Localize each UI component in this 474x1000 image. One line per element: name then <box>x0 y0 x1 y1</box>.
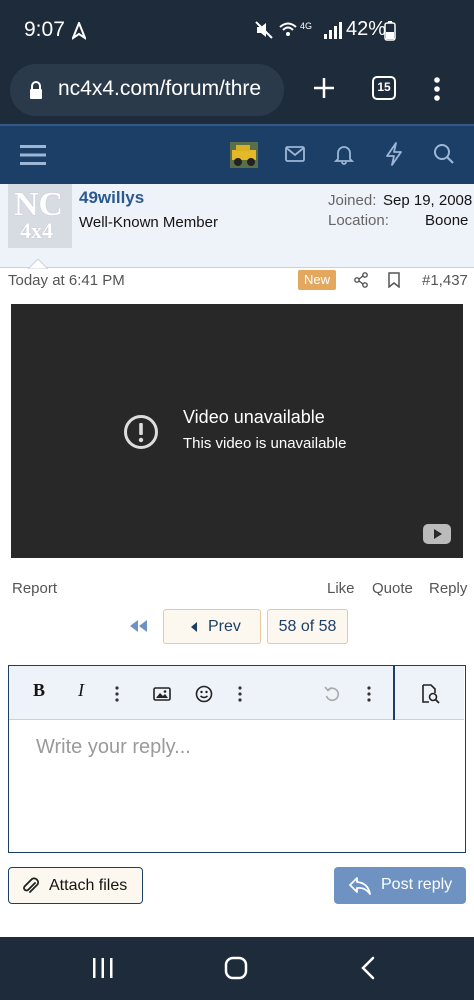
prev-page-button[interactable]: Prev <box>163 609 261 644</box>
reply-editor: B I Write your reply... <box>8 665 466 853</box>
reply-arrow-icon <box>349 877 371 895</box>
browser-toolbar: nc4x4.com/forum/thre 15 <box>0 62 474 124</box>
author-title: Well-Known Member <box>79 214 218 231</box>
author-username[interactable]: 49willys <box>79 188 144 208</box>
post-reply-button[interactable]: Post reply <box>334 867 466 904</box>
location-label: Location: <box>328 212 389 229</box>
exclamation-circle-icon <box>124 415 158 449</box>
mute-icon <box>255 21 273 39</box>
location-arrow-icon <box>72 22 86 40</box>
avatar-logo-subtext: 4x4 <box>20 218 53 243</box>
more-insert-options-icon[interactable] <box>238 686 242 702</box>
toolbar-divider <box>393 666 395 720</box>
back-icon[interactable] <box>360 956 376 980</box>
video-embed[interactable]: Video unavailable This video is unavaila… <box>11 304 463 558</box>
italic-button[interactable]: I <box>73 680 89 706</box>
share-icon[interactable] <box>353 272 369 288</box>
site-navigation <box>0 124 474 184</box>
status-time: 9:07 <box>24 18 65 41</box>
bell-icon[interactable] <box>334 143 354 165</box>
prev-label: Prev <box>208 618 241 635</box>
signal-icon: 4G <box>300 21 342 39</box>
post-number[interactable]: #1,437 <box>422 272 468 289</box>
lock-icon <box>30 81 42 99</box>
new-badge: New <box>298 270 336 290</box>
battery-percent: 42% <box>346 18 387 40</box>
url-text: nc4x4.com/forum/thre <box>58 77 262 100</box>
author-avatar[interactable]: NC 4x4 <box>8 184 72 248</box>
bookmark-icon[interactable] <box>388 272 400 288</box>
undo-icon[interactable] <box>323 685 341 703</box>
lightning-icon[interactable] <box>385 142 403 166</box>
reply-input-placeholder[interactable]: Write your reply... <box>36 736 191 759</box>
author-pointer-arrow <box>28 259 48 269</box>
svg-text:4G: 4G <box>300 21 312 31</box>
url-bar[interactable]: nc4x4.com/forum/thre <box>10 64 284 116</box>
location-value: Boone <box>425 212 469 229</box>
joined-value: Sep 19, 2008 <box>383 192 473 209</box>
home-icon[interactable] <box>224 956 248 980</box>
post-reply-label: Post reply <box>381 876 453 893</box>
caret-left-icon <box>191 622 197 632</box>
user-avatar-icon[interactable] <box>230 142 258 168</box>
browser-menu-icon[interactable] <box>432 76 442 102</box>
wifi-icon <box>279 22 297 36</box>
first-page-icon[interactable] <box>129 619 149 633</box>
youtube-logo-icon[interactable] <box>423 524 451 544</box>
tabs-count-button[interactable]: 15 <box>372 76 396 100</box>
new-tab-icon[interactable] <box>312 76 336 100</box>
system-navigation-bar <box>0 937 474 1000</box>
mail-icon[interactable] <box>285 146 305 162</box>
editor-toolbar: B I <box>9 666 464 720</box>
more-options-icon[interactable] <box>367 686 371 702</box>
reply-link[interactable]: Reply <box>429 580 467 597</box>
emoji-icon[interactable] <box>195 685 213 703</box>
like-link[interactable]: Like <box>327 580 355 597</box>
post-timestamp[interactable]: Today at 6:41 PM <box>8 272 125 289</box>
attach-files-label: Attach files <box>49 877 128 894</box>
quote-link[interactable]: Quote <box>372 580 413 597</box>
battery-icon <box>384 21 396 41</box>
more-text-options-icon[interactable] <box>115 686 119 702</box>
recent-apps-icon[interactable] <box>92 958 114 978</box>
search-icon[interactable] <box>433 143 455 165</box>
video-unavailable-subtitle: This video is unavailable <box>183 435 347 452</box>
video-unavailable-title: Video unavailable <box>183 407 325 427</box>
insert-image-icon[interactable] <box>153 687 171 701</box>
menu-icon[interactable] <box>20 144 46 166</box>
report-link[interactable]: Report <box>12 580 57 597</box>
post-author-block: NC 4x4 49willys Well-Known Member Joined… <box>0 184 474 269</box>
bold-button[interactable]: B <box>31 680 47 706</box>
attach-files-button[interactable]: Attach files <box>8 867 143 904</box>
status-bar: 9:07 4G 42% <box>0 0 474 62</box>
current-page-indicator[interactable]: 58 of 58 <box>267 609 348 644</box>
paperclip-icon <box>23 877 39 893</box>
joined-label: Joined: <box>328 192 377 209</box>
preview-icon[interactable] <box>420 684 440 704</box>
